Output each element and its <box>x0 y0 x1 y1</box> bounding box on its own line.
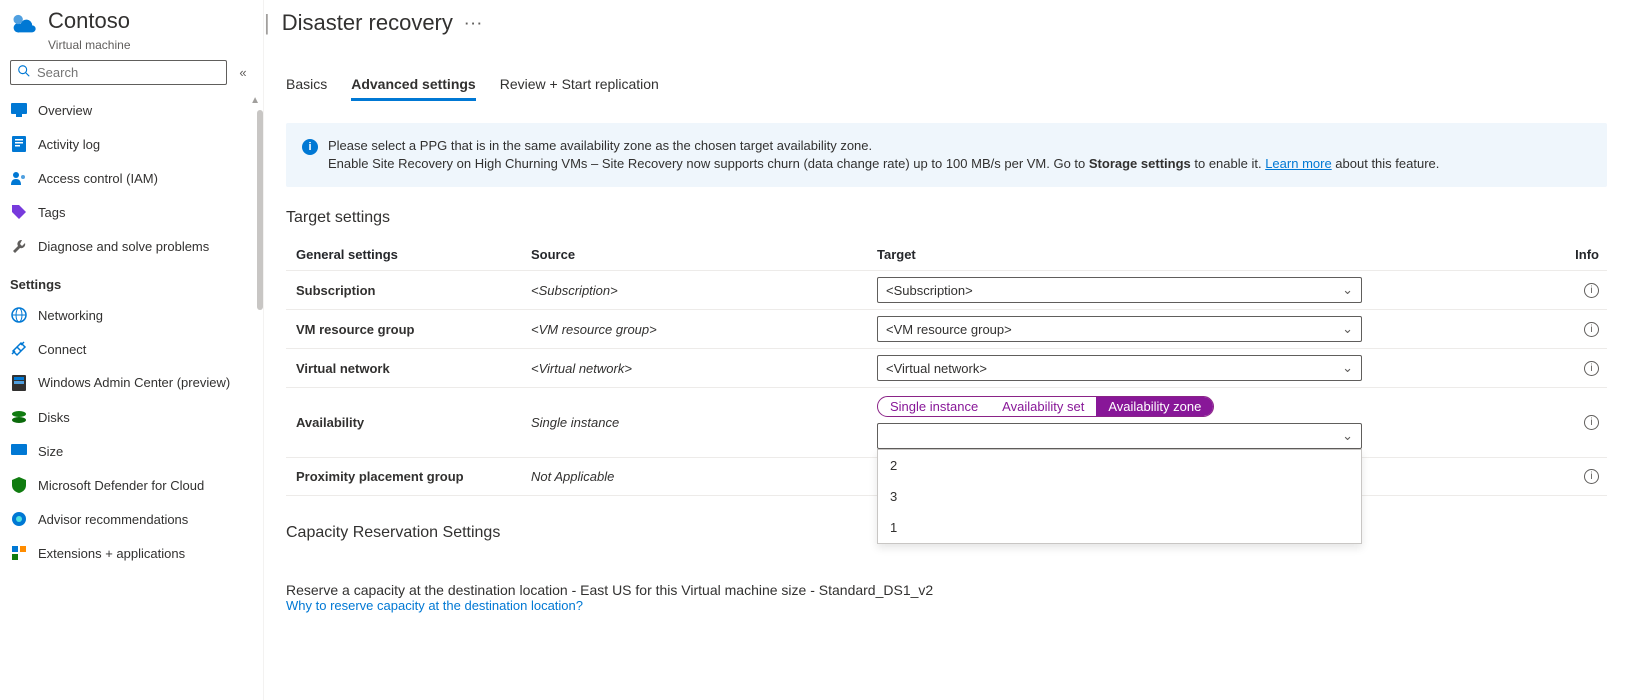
search-icon <box>17 64 31 81</box>
sidebar-item-size[interactable]: Size <box>0 434 263 468</box>
info-tooltip-icon[interactable]: i <box>1584 322 1599 337</box>
pill-availability-set[interactable]: Availability set <box>990 397 1096 416</box>
sidebar-item-label: Activity log <box>38 137 100 152</box>
globe-icon <box>10 306 28 324</box>
col-header-source: Source <box>531 247 877 262</box>
sidebar-item-extensions[interactable]: Extensions + applications <box>0 536 263 570</box>
learn-more-link[interactable]: Learn more <box>1265 156 1331 171</box>
pill-availability-zone[interactable]: Availability zone <box>1096 397 1213 416</box>
sidebar-item-label: Access control (IAM) <box>38 171 158 186</box>
sidebar-item-disks[interactable]: Disks <box>0 400 263 434</box>
breadcrumb-divider: | <box>264 10 270 36</box>
advisor-icon <box>10 510 28 528</box>
shield-icon <box>10 476 28 494</box>
banner-line1: Please select a PPG that is in the same … <box>328 137 1439 155</box>
vmrg-dropdown[interactable]: <VM resource group> ⌄ <box>877 316 1362 342</box>
sidebar-item-label: Disks <box>38 410 70 425</box>
log-icon <box>10 135 28 153</box>
tab-basics[interactable]: Basics <box>286 76 327 101</box>
availability-zone-dropdown[interactable]: ⌄ <box>877 423 1362 449</box>
capacity-link[interactable]: Why to reserve capacity at the destinati… <box>286 598 1607 613</box>
chevron-down-icon: ⌄ <box>1342 360 1353 376</box>
banner-line2: Enable Site Recovery on High Churning VM… <box>328 155 1439 173</box>
sidebar-item-label: Advisor recommendations <box>38 512 188 527</box>
sidebar-item-advisor[interactable]: Advisor recommendations <box>0 502 263 536</box>
sidebar-scrollbar[interactable] <box>257 110 263 310</box>
sidebar-item-label: Overview <box>38 103 92 118</box>
sidebar-item-tags[interactable]: Tags <box>0 195 263 229</box>
tabs: Basics Advanced settings Review + Start … <box>264 36 1627 101</box>
subscription-dropdown[interactable]: <Subscription> ⌄ <box>877 277 1362 303</box>
sidebar-item-iam[interactable]: Access control (IAM) <box>0 161 263 195</box>
disks-icon <box>10 408 28 426</box>
monitor-icon <box>10 101 28 119</box>
tab-review[interactable]: Review + Start replication <box>500 76 659 101</box>
row-subscription: Subscription <Subscription> <Subscriptio… <box>286 271 1607 310</box>
col-header-target: Target <box>877 247 1371 262</box>
info-tooltip-icon[interactable]: i <box>1584 415 1599 430</box>
row-availability: Availability Single instance Single inst… <box>286 388 1607 458</box>
sidebar-item-defender[interactable]: Microsoft Defender for Cloud <box>0 468 263 502</box>
sidebar-header: Contoso <box>0 0 263 38</box>
info-tooltip-icon[interactable]: i <box>1584 361 1599 376</box>
dropdown-option[interactable]: 2 <box>878 450 1361 481</box>
connect-icon <box>10 340 28 358</box>
sidebar-item-label: Extensions + applications <box>38 546 185 561</box>
sidebar-item-label: Microsoft Defender for Cloud <box>38 478 204 493</box>
sidebar-section-settings: Settings <box>0 263 263 298</box>
sidebar-item-connect[interactable]: Connect <box>0 332 263 366</box>
server-icon <box>10 374 28 392</box>
dropdown-option[interactable]: 1 <box>878 512 1361 543</box>
sidebar-item-diagnose[interactable]: Diagnose and solve problems <box>0 229 263 263</box>
row-vm-resource-group: VM resource group <VM resource group> <V… <box>286 310 1607 349</box>
info-tooltip-icon[interactable]: i <box>1584 469 1599 484</box>
wrench-icon <box>10 237 28 255</box>
more-actions-button[interactable]: ··· <box>465 16 484 31</box>
collapse-sidebar-button[interactable]: « <box>233 65 253 80</box>
availability-zone-dropdown-popup: 2 3 1 <box>877 449 1362 544</box>
section-title-target: Target settings <box>286 209 1607 227</box>
sidebar: Contoso Virtual machine « ▲ Overview Act… <box>0 0 264 700</box>
availability-pill-group: Single instance Availability set Availab… <box>877 396 1214 417</box>
pill-single-instance[interactable]: Single instance <box>878 397 990 416</box>
info-tooltip-icon[interactable]: i <box>1584 283 1599 298</box>
info-banner: i Please select a PPG that is in the sam… <box>286 123 1607 187</box>
person-icon <box>10 169 28 187</box>
sidebar-item-label: Networking <box>38 308 103 323</box>
dropdown-option[interactable]: 3 <box>878 481 1361 512</box>
tab-advanced-settings[interactable]: Advanced settings <box>351 76 475 101</box>
sidebar-item-label: Size <box>38 444 63 459</box>
sidebar-item-label: Windows Admin Center (preview) <box>38 375 230 391</box>
chevron-down-icon: ⌄ <box>1342 282 1353 298</box>
sidebar-item-networking[interactable]: Networking <box>0 298 263 332</box>
col-header-info: Info <box>1371 247 1607 262</box>
extensions-icon <box>10 544 28 562</box>
breadcrumb: | Disaster recovery ··· <box>264 0 1627 36</box>
capacity-text: Reserve a capacity at the destination lo… <box>286 582 1607 598</box>
sidebar-item-label: Tags <box>38 205 65 220</box>
vm-logo-icon <box>10 8 44 38</box>
sidebar-item-label: Diagnose and solve problems <box>38 239 209 254</box>
search-box[interactable] <box>10 60 227 85</box>
col-header-general: General settings <box>296 247 531 262</box>
sidebar-item-label: Connect <box>38 342 86 357</box>
page-title: Disaster recovery <box>282 10 453 36</box>
vnet-dropdown[interactable]: <Virtual network> ⌄ <box>877 355 1362 381</box>
search-input[interactable] <box>37 65 220 80</box>
row-virtual-network: Virtual network <Virtual network> <Virtu… <box>286 349 1607 388</box>
sidebar-nav: ▲ Overview Activity log Access control (… <box>0 93 263 700</box>
chevron-down-icon: ⌄ <box>1342 428 1353 444</box>
app-title: Contoso <box>48 8 130 34</box>
sidebar-item-overview[interactable]: Overview <box>0 93 263 127</box>
sidebar-item-wac[interactable]: Windows Admin Center (preview) <box>0 366 263 400</box>
app-subtitle: Virtual machine <box>48 38 263 52</box>
chevron-down-icon: ⌄ <box>1342 321 1353 337</box>
sidebar-item-activity-log[interactable]: Activity log <box>0 127 263 161</box>
tag-icon <box>10 203 28 221</box>
scroll-arrowup-icon: ▲ <box>247 93 263 108</box>
size-icon <box>10 442 28 460</box>
info-icon: i <box>302 139 318 155</box>
